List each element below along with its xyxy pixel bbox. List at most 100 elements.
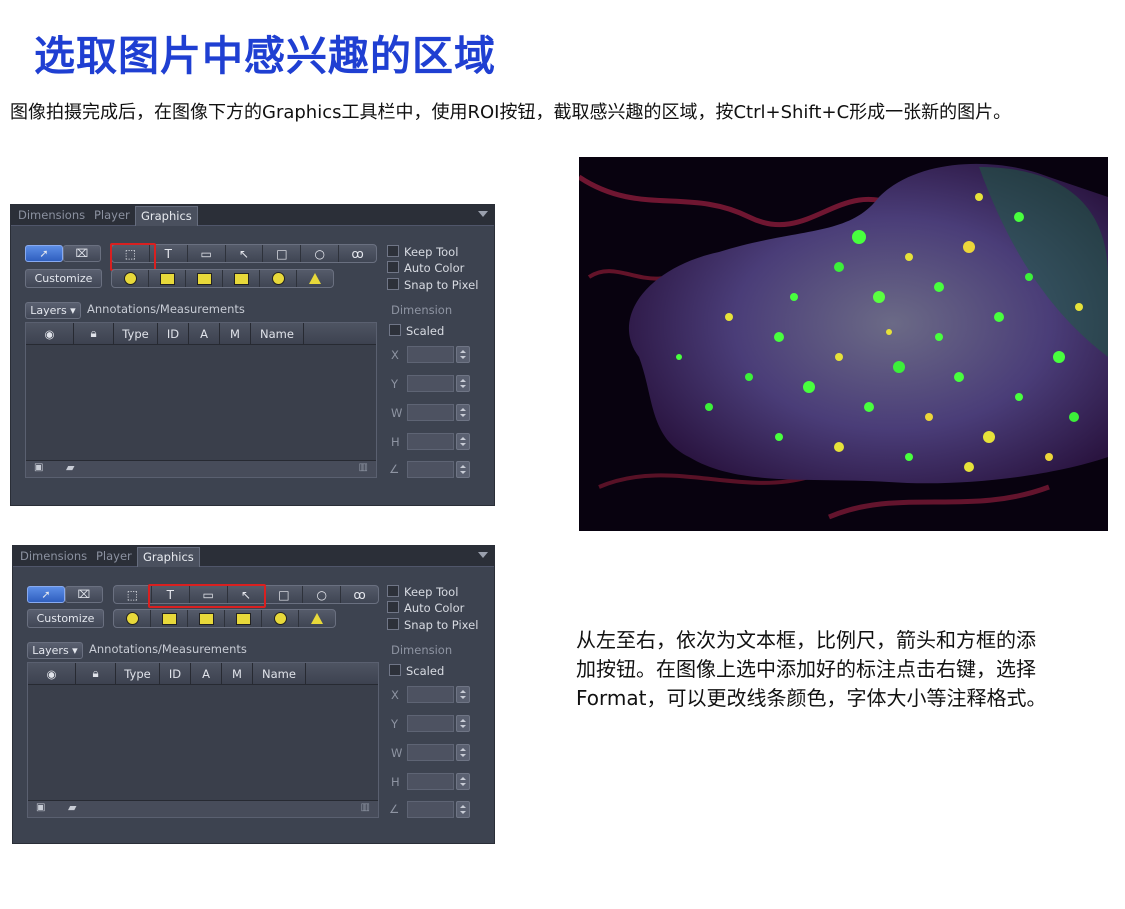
- measure-tool-icon[interactable]: [188, 610, 225, 627]
- delete-icon[interactable]: ▥: [359, 462, 368, 473]
- keep-tool-checkbox[interactable]: Keep Tool: [387, 585, 458, 599]
- w-field[interactable]: [407, 744, 454, 761]
- tab-player[interactable]: Player: [91, 547, 137, 566]
- annotations-table: ◉ 🔒︎ Type ID A M Name ▣ ▰ ▥: [27, 662, 379, 818]
- y-spinner[interactable]: [456, 715, 470, 732]
- angle-field[interactable]: [407, 461, 454, 478]
- tab-dimensions[interactable]: Dimensions: [13, 206, 90, 225]
- annotations-label: Annotations/Measurements: [87, 302, 245, 316]
- pointer-tool-button[interactable]: ➚: [27, 586, 65, 603]
- tab-dimensions[interactable]: Dimensions: [15, 547, 92, 566]
- panel-menu-caret-icon[interactable]: [478, 552, 488, 558]
- scale-bar-tool-button[interactable]: ▭: [188, 245, 226, 262]
- col-id[interactable]: ID: [160, 663, 191, 684]
- description-text: 从左至右，依次为文本框，比例尺，箭头和方框的添 加按钮。在图像上选中添加好的标注…: [576, 626, 1116, 713]
- auto-color-checkbox[interactable]: Auto Color: [387, 601, 464, 615]
- arrow-tool-button[interactable]: ↖: [226, 245, 264, 262]
- snap-to-pixel-checkbox[interactable]: Snap to Pixel: [387, 278, 478, 292]
- layers-dropdown[interactable]: Layers ▾: [25, 302, 81, 319]
- angle-tool-icon[interactable]: [297, 270, 333, 287]
- measure-tool-icon[interactable]: [186, 270, 223, 287]
- col-a[interactable]: A: [189, 323, 220, 344]
- circle-tool-button[interactable]: ○: [301, 245, 340, 262]
- x-label: X: [391, 688, 399, 702]
- angle-spinner[interactable]: [456, 801, 470, 818]
- h-field[interactable]: [407, 773, 454, 790]
- col-a[interactable]: A: [191, 663, 222, 684]
- col-m[interactable]: M: [220, 323, 251, 344]
- delete-icon[interactable]: ▥: [361, 802, 370, 813]
- rectangle-tool-button[interactable]: □: [265, 586, 304, 603]
- pointer-tool-button[interactable]: ➚: [25, 245, 63, 262]
- save-icon[interactable]: ▣: [34, 462, 43, 473]
- table-footer: ▣ ▰ ▥: [26, 460, 376, 477]
- col-m[interactable]: M: [222, 663, 253, 684]
- description-line: 加按钮。在图像上选中添加好的标注点击右键，选择: [576, 657, 1036, 681]
- marker-tool-icon[interactable]: [112, 270, 149, 287]
- marker-tool-icon[interactable]: [114, 610, 151, 627]
- y-spinner[interactable]: [456, 375, 470, 392]
- y-field[interactable]: [407, 375, 454, 392]
- col-name[interactable]: Name: [251, 323, 304, 344]
- fluorescence-image-svg: [579, 157, 1108, 531]
- layers-dropdown[interactable]: Layers ▾: [27, 642, 83, 659]
- col-id[interactable]: ID: [158, 323, 189, 344]
- annotations-table: ◉ 🔒︎ Type ID A M Name ▣ ▰ ▥: [25, 322, 377, 478]
- save-icon[interactable]: ▣: [36, 802, 45, 813]
- angle-tool-icon[interactable]: [299, 610, 335, 627]
- col-type[interactable]: Type: [114, 323, 158, 344]
- table-header: ◉ 🔒︎ Type ID A M Name: [26, 323, 376, 345]
- freehand-tool-button[interactable]: ꝏ: [339, 245, 376, 262]
- panel-menu-caret-icon[interactable]: [478, 211, 488, 217]
- col-name[interactable]: Name: [253, 663, 306, 684]
- circle-tool-button[interactable]: ○: [303, 586, 342, 603]
- dimension-label: Dimension: [391, 643, 453, 657]
- customize-button[interactable]: Customize: [27, 609, 104, 628]
- table-header: ◉ 🔒︎ Type ID A M Name: [28, 663, 378, 685]
- x-spinner[interactable]: [456, 686, 470, 703]
- spot-tool-icon[interactable]: [149, 270, 186, 287]
- angle-spinner[interactable]: [456, 461, 470, 478]
- area-tool-icon[interactable]: [225, 610, 262, 627]
- spot-tool-icon[interactable]: [151, 610, 188, 627]
- open-folder-icon[interactable]: ▰: [66, 461, 74, 474]
- profile-tool-icon[interactable]: [262, 610, 299, 627]
- x-spinner[interactable]: [456, 346, 470, 363]
- tab-graphics[interactable]: Graphics: [137, 547, 200, 567]
- open-folder-icon[interactable]: ▰: [68, 801, 76, 814]
- freehand-tool-button[interactable]: ꝏ: [341, 586, 378, 603]
- keep-tool-checkbox[interactable]: Keep Tool: [387, 245, 458, 259]
- area-tool-icon[interactable]: [223, 270, 260, 287]
- lock-icon[interactable]: 🔒︎: [76, 663, 116, 684]
- visibility-eye-icon[interactable]: ◉: [26, 323, 74, 344]
- w-field[interactable]: [407, 404, 454, 421]
- angle-field[interactable]: [407, 801, 454, 818]
- pan-tool-button[interactable]: ⌧: [63, 245, 101, 262]
- measure-tools-group: [113, 609, 336, 628]
- scaled-checkbox[interactable]: Scaled: [389, 664, 444, 678]
- y-label: Y: [391, 377, 399, 391]
- h-spinner[interactable]: [456, 433, 470, 450]
- snap-to-pixel-checkbox[interactable]: Snap to Pixel: [387, 618, 478, 632]
- page-title: 选取图片中感兴趣的区域: [34, 32, 496, 80]
- graphics-panel-roi: Dimensions Player Graphics ➚ ⌧ ⬚ T ▭ ↖ □…: [10, 204, 495, 506]
- tab-player[interactable]: Player: [89, 206, 135, 225]
- h-spinner[interactable]: [456, 773, 470, 790]
- pan-tool-button[interactable]: ⌧: [65, 586, 103, 603]
- tab-graphics[interactable]: Graphics: [135, 206, 198, 226]
- customize-button[interactable]: Customize: [25, 269, 102, 288]
- col-type[interactable]: Type: [116, 663, 160, 684]
- scaled-checkbox[interactable]: Scaled: [389, 324, 444, 338]
- x-field[interactable]: [407, 346, 454, 363]
- h-field[interactable]: [407, 433, 454, 450]
- y-field[interactable]: [407, 715, 454, 732]
- lock-icon[interactable]: 🔒︎: [74, 323, 114, 344]
- w-spinner[interactable]: [456, 744, 470, 761]
- roi-tool-button[interactable]: ⬚: [114, 586, 152, 603]
- profile-tool-icon[interactable]: [260, 270, 297, 287]
- w-spinner[interactable]: [456, 404, 470, 421]
- x-field[interactable]: [407, 686, 454, 703]
- rectangle-tool-button[interactable]: □: [263, 245, 302, 262]
- auto-color-checkbox[interactable]: Auto Color: [387, 261, 464, 275]
- visibility-eye-icon[interactable]: ◉: [28, 663, 76, 684]
